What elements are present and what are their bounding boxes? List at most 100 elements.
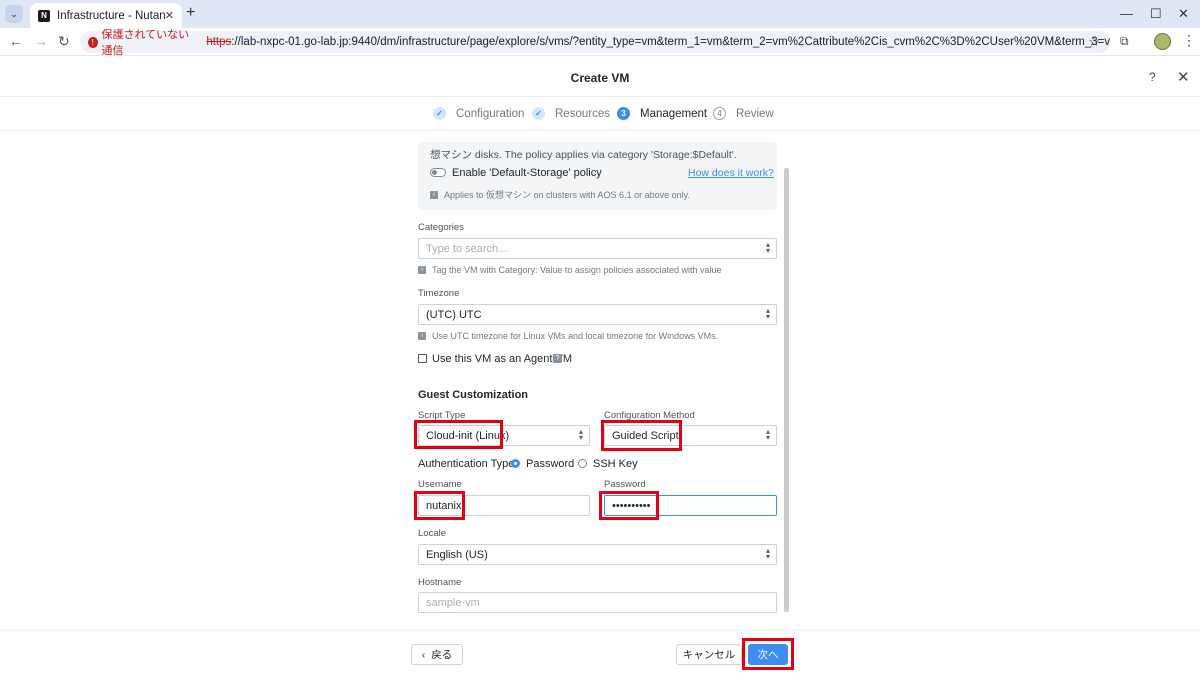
browser-menu-icon[interactable]: ⋮ (1182, 32, 1196, 49)
default-storage-toggle-label: Enable 'Default-Storage' policy (452, 167, 602, 179)
auth-ssh-key-label: SSH Key (593, 458, 638, 470)
cancel-button-label: キャンセル (682, 649, 736, 661)
select-arrows-icon: ▴ ▾ (765, 546, 770, 561)
close-tab-icon[interactable]: ✕ (165, 9, 174, 22)
chevron-left-icon: ‹ (421, 648, 426, 661)
hostname-label: Hostname (418, 577, 462, 588)
guest-customization-title: Guest Customization (418, 389, 529, 401)
footer-divider (0, 630, 1200, 631)
authentication-type-label: Authentication Type (418, 458, 515, 470)
categories-label: Categories (418, 222, 464, 233)
hostname-field[interactable]: sample-vm (418, 592, 777, 613)
step-review[interactable]: 4 Review (713, 107, 774, 120)
select-arrows-icon: ▴ ▾ (765, 240, 770, 255)
browser-toolbar: ← → ↻ ! 保護されていない通信 https ://lab-nxpc-01.… (0, 28, 1200, 57)
timezone-note: i Use UTC timezone for Linux VMs and loc… (418, 331, 718, 341)
how-does-it-work-link[interactable]: How does it work? (688, 167, 774, 179)
auth-ssh-key-radio[interactable] (578, 459, 587, 468)
step-label: Resources (555, 107, 610, 120)
step-label: Management (640, 107, 708, 120)
password-label: Password (604, 479, 646, 490)
step-management[interactable]: 3 Management (617, 107, 707, 120)
script-type-select[interactable]: Cloud-init (Linux) ▴ ▾ (418, 425, 590, 446)
locale-value: English (US) (426, 548, 488, 561)
nutanix-favicon-icon: N (38, 9, 50, 22)
window-close-icon[interactable]: ✕ (1178, 6, 1189, 22)
next-button[interactable]: 次へ (748, 644, 788, 665)
categories-search-input[interactable]: Type to search... ▴ ▾ (418, 238, 777, 259)
dialog-header: Create VM ? ✕ (0, 57, 1200, 97)
back-button[interactable]: ‹ 戻る (411, 644, 463, 665)
auth-password-radio[interactable] (511, 459, 520, 468)
agent-vm-label: Use this VM as an Agent VM (432, 353, 573, 365)
step-check-icon: ✓ (433, 107, 446, 120)
username-field[interactable]: nutanix (418, 495, 590, 516)
storage-policy-description: 想マシン disks. The policy applies via categ… (430, 149, 737, 161)
security-warning-badge[interactable]: ! 保護されていない通信 (88, 26, 196, 58)
tab-title: Infrastructure - Nutanix (57, 9, 165, 22)
categories-note-text: Tag the VM with Category: Value to assig… (432, 265, 722, 275)
browser-tab-bar: ⌄ N Infrastructure - Nutanix ✕ + — ☐ ✕ (0, 0, 1200, 28)
address-bar[interactable]: ! 保護されていない通信 https ://lab-nxpc-01.go-lab… (80, 29, 1110, 57)
step-number: 4 (713, 107, 726, 120)
back-arrow-icon[interactable]: ← (9, 33, 23, 49)
configuration-method-value: Guided Script (612, 429, 679, 442)
timezone-label: Timezone (418, 288, 460, 299)
next-button-label: 次へ (757, 649, 779, 661)
default-storage-toggle[interactable] (430, 168, 446, 177)
password-value: •••••••••• (612, 499, 651, 512)
cancel-button[interactable]: キャンセル (676, 644, 742, 665)
info-icon: i (430, 190, 438, 199)
configuration-method-label: Configuration Method (604, 410, 695, 421)
timezone-note-text: Use UTC timezone for Linux VMs and local… (432, 331, 719, 341)
extensions-puzzle-icon[interactable]: ⧉ (1120, 34, 1129, 49)
info-icon: i (418, 332, 426, 340)
dialog-title: Create VM (570, 71, 630, 85)
hostname-placeholder: sample-vm (426, 596, 480, 609)
select-arrows-icon: ▴ ▾ (578, 427, 583, 442)
dialog-close-icon[interactable]: ✕ (1177, 68, 1190, 86)
management-form: 想マシン disks. The policy applies via categ… (418, 132, 778, 613)
step-configuration[interactable]: ✓ Configuration (433, 107, 524, 120)
script-type-label: Script Type (418, 410, 466, 421)
security-label: 保護されていない通信 (101, 29, 190, 57)
forward-arrow-icon[interactable]: → (34, 33, 48, 49)
tab-search-chevron-icon[interactable]: ⌄ (5, 5, 23, 23)
bookmark-star-icon[interactable]: ☆ (1088, 34, 1100, 50)
select-arrows-icon: ▴ ▾ (765, 427, 770, 442)
step-label: Review (736, 107, 774, 120)
locale-select[interactable]: English (US) ▴ ▾ (418, 544, 777, 565)
back-button-label: 戻る (431, 649, 453, 661)
browser-tab[interactable]: N Infrastructure - Nutanix ✕ (30, 3, 182, 28)
categories-placeholder: Type to search... (426, 242, 508, 255)
new-tab-plus-icon[interactable]: + (186, 5, 195, 21)
categories-note: i Tag the VM with Category: Value to ass… (418, 265, 722, 275)
username-label: Username (418, 479, 462, 490)
auth-password-label: Password (526, 458, 575, 470)
select-arrows-icon: ▴ ▾ (765, 306, 770, 321)
profile-avatar[interactable] (1154, 33, 1171, 50)
wizard-stepper: ✓ Configuration ✓ Resources 3 Management… (0, 97, 1200, 131)
step-resources[interactable]: ✓ Resources (532, 107, 610, 120)
password-field[interactable]: •••••••••• (604, 495, 777, 516)
storage-policy-panel: 想マシン disks. The policy applies via categ… (418, 142, 777, 210)
step-number: 3 (617, 107, 630, 120)
script-type-value: Cloud-init (Linux) (426, 429, 510, 442)
agent-vm-checkbox[interactable] (418, 354, 427, 363)
maximize-icon[interactable]: ☐ (1150, 6, 1162, 22)
warning-icon: ! (88, 36, 98, 48)
reload-icon[interactable]: ↻ (58, 33, 70, 50)
info-icon: i (418, 266, 426, 274)
minimize-icon[interactable]: — (1120, 6, 1133, 21)
configuration-method-select[interactable]: Guided Script ▴ ▾ (604, 425, 777, 446)
form-scrollbar[interactable] (784, 168, 789, 612)
locale-label: Locale (418, 528, 446, 539)
step-check-icon: ✓ (532, 107, 545, 120)
timezone-value: (UTC) UTC (426, 308, 482, 321)
url-scheme: https (206, 36, 232, 48)
help-question-icon[interactable]: ? (553, 354, 562, 363)
username-value: nutanix (426, 499, 462, 512)
storage-note: i Applies to 仮想マシン on clusters with AOS … (430, 188, 690, 201)
timezone-select[interactable]: (UTC) UTC ▴ ▾ (418, 304, 777, 325)
help-question-icon[interactable]: ? (1149, 70, 1156, 84)
